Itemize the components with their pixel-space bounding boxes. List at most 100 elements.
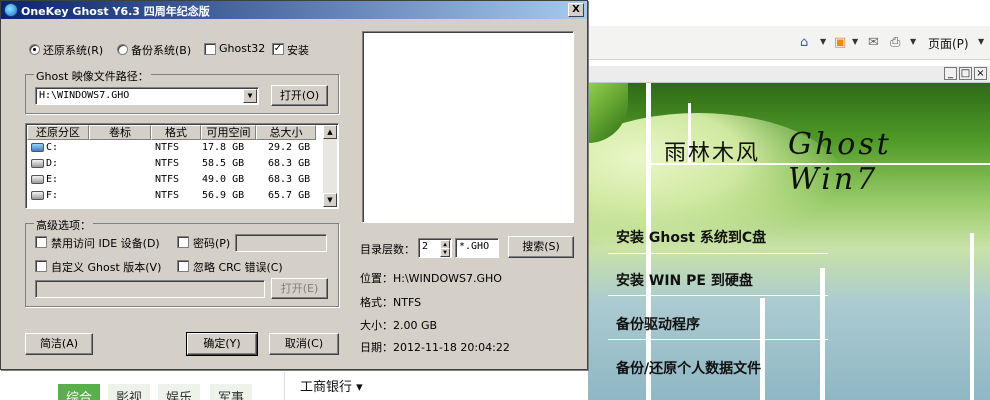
system-drive-icon: [31, 143, 44, 152]
splash-title: 雨林木风: [664, 141, 761, 166]
divider: [820, 268, 825, 400]
install-label[interactable]: 安装: [287, 42, 309, 58]
restore-label[interactable]: 还原系统(R): [43, 42, 103, 58]
depth-value: 2: [422, 241, 429, 252]
column-header[interactable]: 格式: [151, 125, 201, 140]
total-cell: 65.7 GB: [268, 190, 311, 201]
ok-button[interactable]: 确定(Y): [186, 332, 258, 356]
divider: [970, 233, 974, 400]
info-location: 位置：H:\WINDOWS7.GHO: [360, 272, 502, 285]
partition-table[interactable]: 还原分区 卷标 格式 可用空间 总大小 C: NTFS 17.8 GB 29.2…: [25, 123, 339, 209]
restore-radio[interactable]: [29, 44, 40, 55]
maximize-icon[interactable]: □: [959, 67, 972, 80]
chevron-down-icon[interactable]: ▼: [440, 248, 450, 257]
rss-icon[interactable]: ▣: [834, 35, 846, 50]
chevron-down-icon[interactable]: ▼: [820, 37, 826, 46]
nav-tab-general[interactable]: 综合: [58, 384, 101, 400]
backup-label[interactable]: 备份系统(B): [131, 42, 191, 58]
info-format: 格式：NTFS: [360, 296, 422, 309]
divider: [608, 339, 828, 340]
image-path-select[interactable]: H:\WINDOWS7.GHO ▼: [35, 87, 259, 105]
disable-ide-checkbox[interactable]: [35, 236, 47, 248]
nav-tab-military[interactable]: 军事: [210, 384, 253, 400]
onekey-ghost-dialog: OneKey Ghost Y6.3 四周年纪念版 X 还原系统(R) 备份系统(…: [0, 0, 588, 370]
chevron-down-icon[interactable]: ▼: [852, 37, 858, 46]
dialog-titlebar[interactable]: OneKey Ghost Y6.3 四周年纪念版 X: [1, 1, 587, 19]
ghost32-label[interactable]: Ghost32: [219, 42, 265, 55]
free-cell: 49.0 GB: [202, 174, 245, 185]
close-button[interactable]: X: [568, 3, 584, 17]
splash-ghost-title: Ghost Win7: [788, 127, 892, 197]
table-scrollbar[interactable]: ▲ ▼: [323, 125, 337, 207]
password-field[interactable]: [235, 234, 327, 252]
install-checkbox[interactable]: ✓: [272, 43, 284, 55]
image-preview: [362, 31, 574, 223]
chevron-down-icon[interactable]: ▼: [910, 37, 916, 46]
search-button[interactable]: 搜索(S): [508, 236, 574, 258]
menu-backup-restore-data[interactable]: 备份/还原个人数据文件: [616, 358, 761, 378]
custom-ghost-label[interactable]: 自定义 Ghost 版本(V): [51, 259, 161, 275]
page-menu[interactable]: 页面(P): [928, 35, 969, 52]
simple-button[interactable]: 简洁(A): [25, 333, 93, 355]
open-ghost-button[interactable]: 打开(E): [271, 278, 328, 299]
total-cell: 68.3 GB: [268, 158, 311, 169]
minimize-icon[interactable]: _: [944, 67, 957, 80]
inner-window-titlebar: _ □ ×: [588, 66, 990, 83]
chevron-down-icon[interactable]: ▼: [243, 89, 257, 103]
password-checkbox[interactable]: [177, 236, 189, 248]
app-icon: [4, 3, 18, 17]
drive-cell: C:: [46, 142, 59, 153]
mail-icon[interactable]: ✉: [868, 35, 879, 50]
browser-toolbar: ⌂ ▼ ▣ ▼ ✉ ⎙ ▼ 页面(P) ▼: [588, 26, 990, 60]
backup-radio[interactable]: [117, 44, 128, 55]
image-path-group-title: Ghost 映像文件路径：: [34, 68, 151, 84]
disable-ide-label[interactable]: 禁用访问 IDE 设备(D): [51, 235, 160, 251]
print-icon[interactable]: ⎙: [890, 35, 900, 50]
advanced-options-title: 高级选项：: [34, 217, 93, 233]
chevron-up-icon[interactable]: ▲: [323, 125, 337, 139]
open-image-button[interactable]: 打开(O): [271, 85, 328, 106]
total-cell: 29.2 GB: [268, 142, 311, 153]
ghost32-checkbox[interactable]: [204, 43, 216, 55]
format-cell: NTFS: [155, 142, 180, 153]
column-header[interactable]: 总大小: [256, 125, 316, 140]
column-header[interactable]: 可用空间: [201, 125, 256, 140]
pattern-field[interactable]: *.GHO: [455, 238, 499, 258]
bottom-nav: 综合 影视 娱乐 军事 工商银行 ▾: [0, 368, 400, 400]
nav-tab-movies[interactable]: 影视: [108, 384, 151, 400]
format-cell: NTFS: [155, 190, 180, 201]
ignore-crc-label[interactable]: 忽略 CRC 错误(C): [193, 259, 283, 275]
total-cell: 68.3 GB: [268, 174, 311, 185]
bank-link[interactable]: 工商银行 ▾: [300, 376, 363, 395]
menu-install-ghost[interactable]: 安装 Ghost 系统到C盘: [616, 227, 766, 247]
free-cell: 17.8 GB: [202, 142, 245, 153]
ghost-splash-panel: 雨林木风 Ghost Win7 安装 Ghost 系统到C盘 安装 WIN PE…: [588, 83, 990, 400]
divider: [608, 253, 828, 254]
drive-icon: [31, 175, 44, 184]
home-icon[interactable]: ⌂: [800, 35, 808, 50]
free-cell: 56.9 GB: [202, 190, 245, 201]
ghost-path-field[interactable]: [35, 280, 265, 298]
divider: [608, 295, 828, 296]
password-label[interactable]: 密码(P): [193, 235, 230, 251]
divider: [760, 298, 765, 400]
info-date: 日期：2012-11-18 20:04:22: [360, 341, 510, 354]
divider: [284, 372, 285, 400]
drive-cell: E:: [46, 174, 59, 185]
column-header[interactable]: 卷标: [89, 125, 151, 140]
ignore-crc-checkbox[interactable]: [177, 260, 189, 272]
dialog-title: OneKey Ghost Y6.3 四周年纪念版: [21, 5, 210, 18]
custom-ghost-checkbox[interactable]: [35, 260, 47, 272]
free-cell: 58.5 GB: [202, 158, 245, 169]
depth-spinner[interactable]: 2 ▲ ▼: [418, 238, 452, 258]
column-header[interactable]: 还原分区: [27, 125, 89, 140]
close-icon[interactable]: ×: [974, 67, 987, 80]
nav-tab-entertainment[interactable]: 娱乐: [158, 384, 201, 400]
cancel-button[interactable]: 取消(C): [269, 333, 339, 355]
menu-install-winpe[interactable]: 安装 WIN PE 到硬盘: [616, 270, 753, 290]
menu-backup-drivers[interactable]: 备份驱动程序: [616, 314, 700, 334]
pattern-value: *.GHO: [459, 241, 490, 252]
chevron-down-icon[interactable]: ▼: [323, 193, 337, 207]
chevron-down-icon[interactable]: ▼: [978, 37, 984, 46]
image-path-value: H:\WINDOWS7.GHO: [39, 90, 130, 101]
